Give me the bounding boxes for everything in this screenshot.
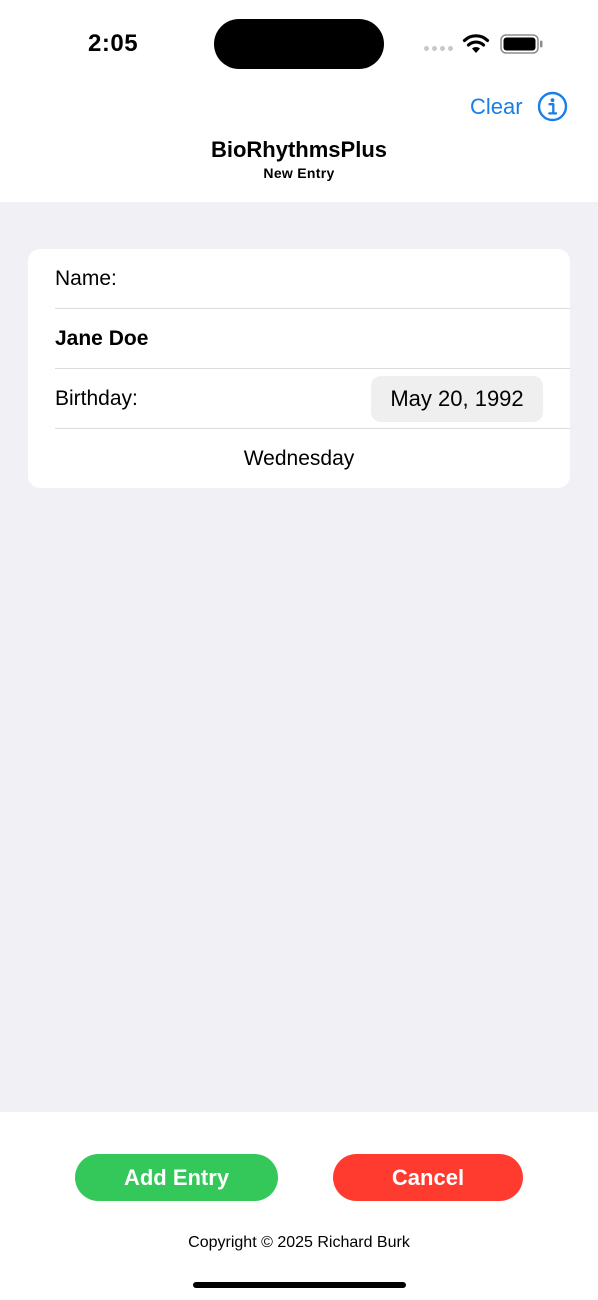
navigation-bar: Clear BioRhythmsPlus New Entry — [0, 88, 598, 202]
status-time: 2:05 — [88, 30, 139, 57]
name-field-value[interactable]: Jane Doe — [55, 327, 148, 351]
bottom-toolbar: Add Entry Cancel Copyright © 2025 Richar… — [0, 1112, 598, 1300]
status-bar: 2:05 — [0, 0, 598, 88]
add-entry-button[interactable]: Add Entry — [75, 1154, 278, 1201]
battery-icon — [500, 34, 543, 54]
wifi-icon — [462, 34, 490, 53]
entry-form-card: Name: Jane Doe Birthday: May 20, 1992 We… — [28, 249, 570, 488]
dynamic-island — [214, 19, 384, 69]
page-title: BioRhythmsPlus — [210, 137, 388, 162]
cancel-button[interactable]: Cancel — [333, 1154, 523, 1201]
name-field[interactable]: Jane Doe — [55, 309, 570, 369]
cellular-signal-icon — [424, 46, 453, 51]
weekday-text: Wednesday — [243, 447, 355, 470]
info-icon[interactable] — [537, 91, 568, 122]
name-label: Name: — [55, 267, 117, 290]
birthday-label: Birthday: — [55, 387, 138, 410]
weekday-row: Wednesday — [55, 429, 570, 488]
clear-button[interactable]: Clear — [470, 94, 523, 120]
birthday-row: Birthday: May 20, 1992 — [55, 369, 570, 429]
home-indicator[interactable] — [193, 1282, 406, 1288]
content-area: Name: Jane Doe Birthday: May 20, 1992 We… — [0, 202, 598, 1112]
birthday-date-picker[interactable]: May 20, 1992 — [371, 376, 543, 422]
name-label-row: Name: — [55, 249, 570, 309]
page-subtitle: New Entry — [263, 165, 335, 181]
copyright-text: Copyright © 2025 Richard Burk — [188, 1234, 410, 1251]
